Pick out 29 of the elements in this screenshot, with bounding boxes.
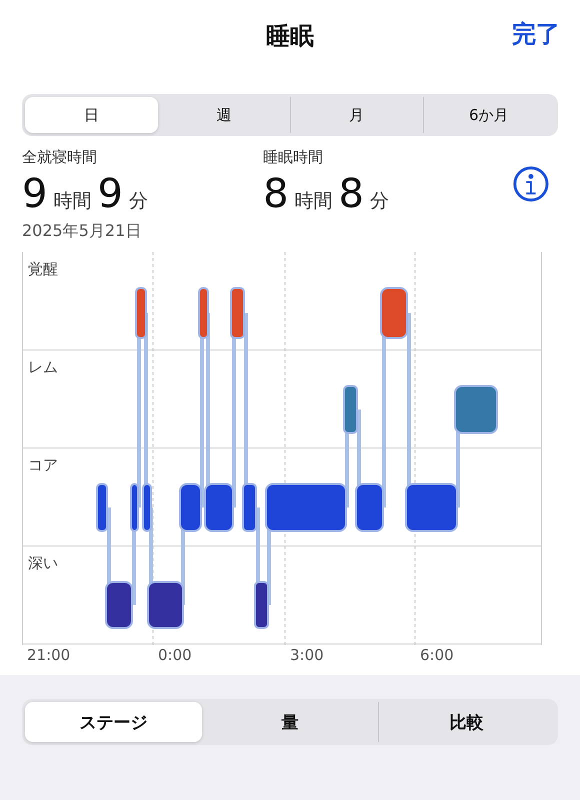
hours-value: 9 — [22, 170, 48, 219]
period-tab[interactable]: 週 — [158, 97, 290, 133]
stage-label: 深い — [28, 554, 58, 573]
view-tab[interactable]: 比較 — [378, 702, 556, 742]
minutes-value: 9 — [97, 170, 123, 219]
stage-label: レム — [28, 358, 58, 377]
view-tab[interactable]: ステージ — [25, 702, 202, 742]
hours-unit: 時間 — [53, 189, 92, 214]
time-label: 21:00 — [27, 646, 70, 664]
period-tab[interactable]: 6か月 — [422, 97, 555, 133]
minutes-unit: 分 — [128, 189, 148, 214]
minutes-unit: 分 — [370, 189, 389, 214]
time-label: 6:00 — [420, 646, 454, 664]
hours-value: 8 — [263, 170, 289, 219]
view-tab[interactable]: 量 — [202, 702, 378, 742]
stage-label: 覚醒 — [28, 260, 58, 279]
info-icon[interactable] — [512, 164, 550, 202]
time-label: 0:00 — [158, 646, 192, 664]
stage-label: コア — [28, 456, 58, 475]
time-label: 3:00 — [290, 646, 324, 664]
hours-unit: 時間 — [294, 189, 333, 214]
done-button[interactable]: 完了 — [512, 18, 560, 50]
screen-title: 睡眠 — [266, 21, 314, 52]
period-tab[interactable]: 日 — [25, 97, 158, 133]
minutes-value: 8 — [338, 170, 364, 219]
period-tab[interactable]: 月 — [290, 97, 422, 133]
date-label: 2025年5月21日 — [22, 221, 142, 242]
summary-label: 全就寝時間 — [22, 148, 98, 167]
summary-label: 睡眠時間 — [263, 148, 324, 167]
